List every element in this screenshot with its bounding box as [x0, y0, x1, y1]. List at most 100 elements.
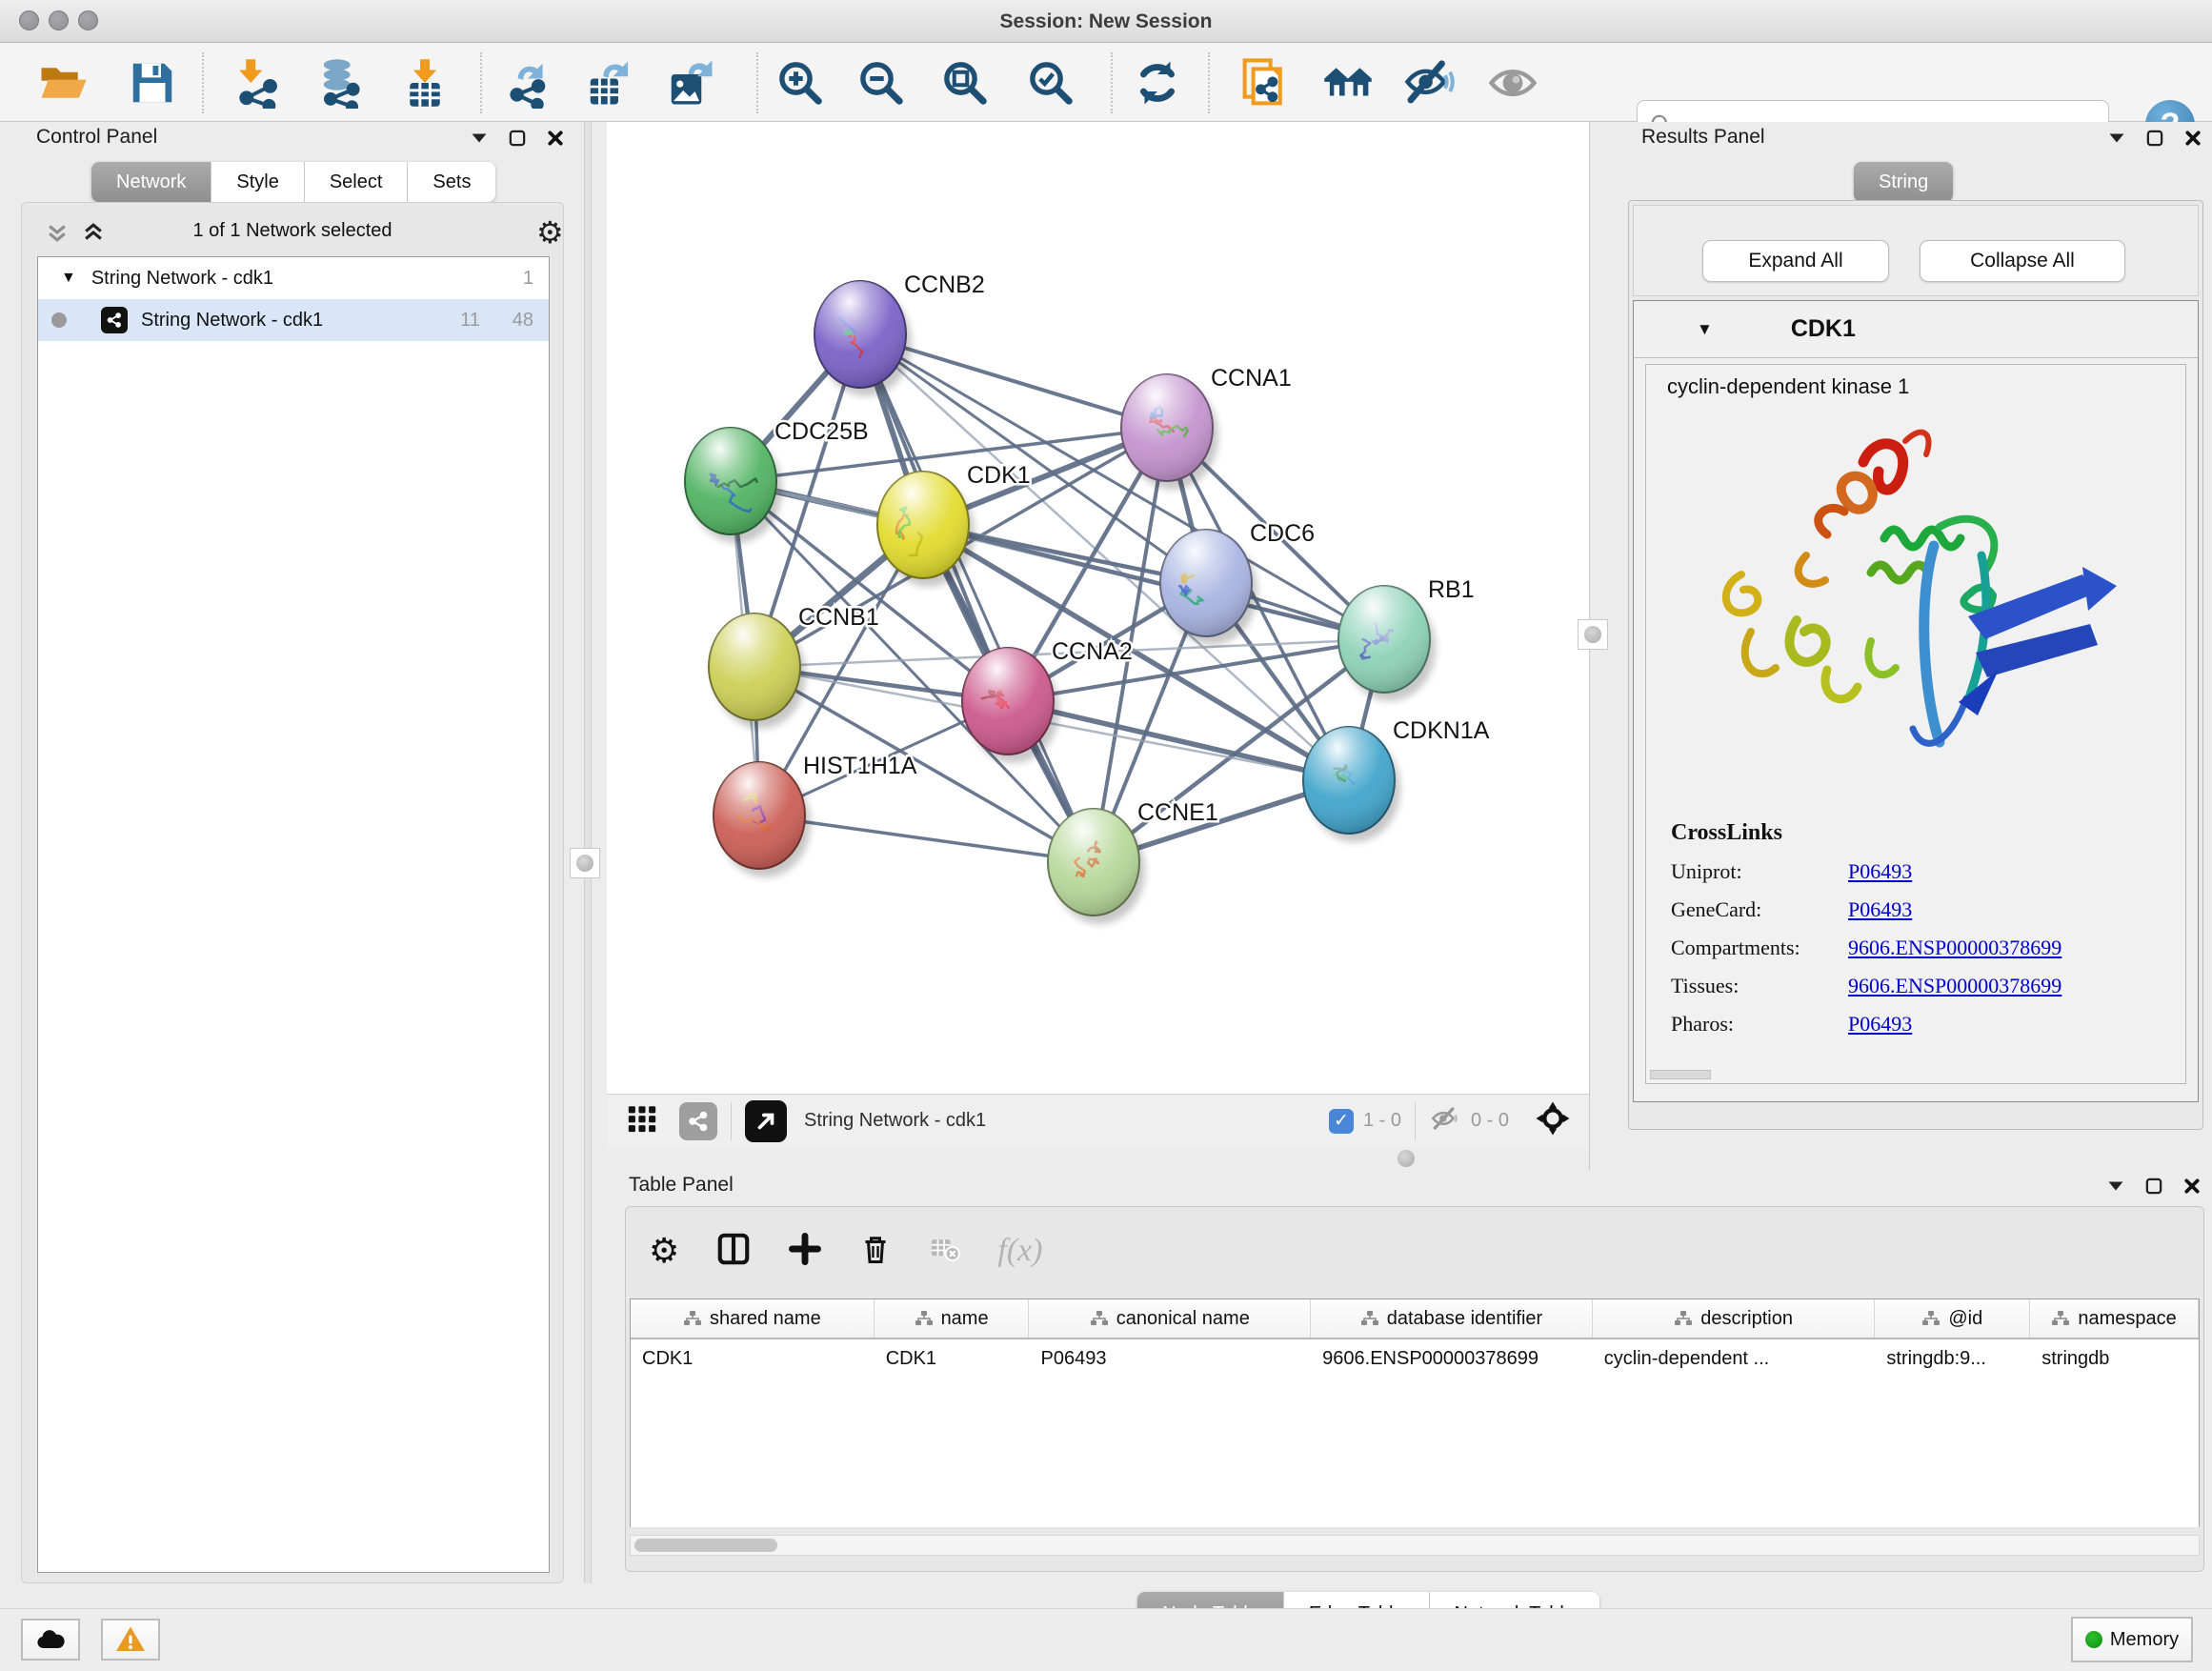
- float-panel-icon[interactable]: [2101, 1172, 2130, 1200]
- float-panel-icon[interactable]: [2102, 124, 2131, 152]
- zoom-selected-icon[interactable]: [1024, 56, 1077, 110]
- left-splitter-handle[interactable]: [570, 848, 600, 878]
- close-panel-icon[interactable]: [541, 124, 570, 152]
- hide-graphics-details-icon[interactable]: [1402, 56, 1456, 110]
- collection-expand-icon[interactable]: ▼: [61, 270, 76, 287]
- network-graph[interactable]: CCNB2 CCNA1 CDC25BCDK1 CDC6RB1 CCNB1 CCNA2 CDK…: [607, 122, 1589, 1094]
- zoom-fit-icon[interactable]: [938, 56, 992, 110]
- network-node-CDKN1A[interactable]: CDKN1A: [1303, 717, 1490, 842]
- table-hscrollbar[interactable]: [630, 1535, 2200, 1556]
- maximize-panel-icon[interactable]: [2140, 1172, 2168, 1200]
- table-options-gear-icon[interactable]: ⚙: [649, 1234, 679, 1268]
- table-cell[interactable]: stringdb: [2030, 1339, 2199, 1378]
- zoom-in-icon[interactable]: [774, 56, 827, 110]
- cloud-sync-button[interactable]: [21, 1619, 80, 1661]
- tab-select[interactable]: Select: [305, 162, 409, 202]
- network-node-CCNE1[interactable]: CCNE1: [1048, 799, 1218, 924]
- network-node-CCNB1[interactable]: CCNB1: [709, 604, 879, 729]
- network-options-gear-icon[interactable]: ⚙: [536, 214, 564, 251]
- table-cell[interactable]: stringdb:9...: [1875, 1339, 2030, 1378]
- table-cell[interactable]: CDK1: [631, 1339, 875, 1378]
- tab-sets[interactable]: Sets: [408, 162, 495, 202]
- float-panel-icon[interactable]: [465, 124, 493, 152]
- node-table[interactable]: shared namenamecanonical namedatabase id…: [630, 1299, 2200, 1527]
- network-node-CDK1[interactable]: CDK1: [877, 462, 1031, 587]
- network-node-CDC6[interactable]: CDC6: [1160, 520, 1315, 645]
- network-node-CCNA2[interactable]: CCNA2: [962, 638, 1133, 763]
- table-cell[interactable]: cyclin-dependent ...: [1593, 1339, 1876, 1378]
- tab-string[interactable]: String: [1854, 162, 1953, 202]
- network-node-CCNA1[interactable]: CCNA1: [1121, 365, 1292, 490]
- function-builder-icon[interactable]: f(x): [997, 1233, 1042, 1269]
- network-row[interactable]: String Network - cdk1 11 48: [38, 299, 549, 341]
- export-image-icon[interactable]: [664, 56, 717, 110]
- birds-eye-view-icon[interactable]: [1321, 56, 1375, 110]
- column-header-database-identifier[interactable]: database identifier: [1311, 1299, 1593, 1338]
- column-header-description[interactable]: description: [1593, 1299, 1876, 1338]
- column-header-id[interactable]: @id: [1875, 1299, 2030, 1338]
- close-panel-icon[interactable]: [2179, 124, 2207, 152]
- horizontal-splitter[interactable]: [607, 1147, 1589, 1170]
- detach-view-icon[interactable]: [745, 1100, 787, 1142]
- horizontal-splitter-handle[interactable]: [1398, 1150, 1415, 1167]
- node-label-CCNE1: CCNE1: [1137, 799, 1218, 826]
- maximize-panel-icon[interactable]: [2141, 124, 2169, 152]
- gene-collapse-icon[interactable]: ▼: [1697, 320, 1713, 339]
- network-node-RB1[interactable]: RB1: [1338, 576, 1475, 701]
- network-edge-count: 48: [513, 310, 533, 332]
- import-table-file-icon[interactable]: [398, 56, 452, 110]
- table-cell[interactable]: 9606.ENSP00000378699: [1311, 1339, 1593, 1378]
- table-cell[interactable]: P06493: [1030, 1339, 1312, 1378]
- export-table-icon[interactable]: [583, 56, 636, 110]
- first-neighbors-icon[interactable]: [1238, 56, 1292, 110]
- table-cell[interactable]: CDK1: [875, 1339, 1030, 1378]
- add-row-icon[interactable]: [788, 1232, 822, 1271]
- show-graphics-details-icon[interactable]: [1486, 56, 1539, 110]
- collection-label: String Network - cdk1: [91, 268, 273, 290]
- crosslink-link[interactable]: 9606.ENSP00000378699: [1848, 974, 2061, 998]
- network-label: String Network - cdk1: [141, 310, 323, 332]
- close-panel-icon[interactable]: [2178, 1172, 2206, 1200]
- grid-view-icon[interactable]: [626, 1102, 658, 1139]
- open-session-icon[interactable]: [36, 56, 90, 110]
- save-session-icon[interactable]: [126, 56, 179, 110]
- crosslink-link[interactable]: P06493: [1848, 1012, 1912, 1037]
- cloud-icon: [33, 1622, 68, 1657]
- delete-column-icon[interactable]: [858, 1232, 893, 1271]
- export-network-icon[interactable]: [502, 56, 555, 110]
- import-network-database-icon[interactable]: [312, 56, 366, 110]
- network-view-icon[interactable]: [679, 1102, 717, 1140]
- crosslink-link[interactable]: P06493: [1848, 859, 1912, 884]
- network-canvas[interactable]: CCNB2 CCNA1 CDC25BCDK1 CDC6RB1 CCNB1 CCNA2 CDK…: [607, 122, 1589, 1094]
- crosslink-link[interactable]: P06493: [1848, 897, 1912, 922]
- table-row[interactable]: CDK1CDK1P064939606.ENSP00000378699cyclin…: [631, 1339, 2199, 1378]
- results-scrollbar-thumb[interactable]: [1650, 1070, 1711, 1079]
- warnings-button[interactable]: [101, 1619, 160, 1661]
- expand-all-button[interactable]: Expand All: [1702, 240, 1889, 282]
- gene-card-header[interactable]: ▼ CDK1: [1634, 301, 2198, 358]
- table-hscrollbar-thumb[interactable]: [634, 1539, 777, 1552]
- tab-network[interactable]: Network: [91, 162, 211, 202]
- crosslink-link[interactable]: 9606.ENSP00000378699: [1848, 936, 2061, 960]
- column-header-shared-name[interactable]: shared name: [631, 1299, 875, 1338]
- import-network-file-icon[interactable]: [231, 56, 284, 110]
- network-node-HIST1H1A[interactable]: HIST1H1A: [714, 753, 917, 877]
- column-header-namespace[interactable]: namespace: [2030, 1299, 2199, 1338]
- tab-style[interactable]: Style: [211, 162, 304, 202]
- create-column-icon[interactable]: [715, 1231, 752, 1272]
- memory-button[interactable]: Memory: [2071, 1617, 2193, 1662]
- column-header-name[interactable]: name: [875, 1299, 1030, 1338]
- zoom-out-icon[interactable]: [855, 56, 908, 110]
- collapse-all-button[interactable]: Collapse All: [1920, 240, 2125, 282]
- right-splitter-handle[interactable]: [1578, 619, 1608, 650]
- network-node-CCNB2[interactable]: CCNB2: [814, 272, 985, 396]
- refresh-icon[interactable]: [1131, 56, 1184, 110]
- clear-table-icon[interactable]: [929, 1233, 961, 1270]
- selected-items-checkbox[interactable]: ✓: [1329, 1109, 1354, 1134]
- maximize-panel-icon[interactable]: [503, 124, 532, 152]
- network-collection-row[interactable]: ▼ String Network - cdk1 1: [38, 257, 549, 299]
- fit-content-icon[interactable]: [1534, 1099, 1572, 1142]
- column-header-canonical-name[interactable]: canonical name: [1029, 1299, 1311, 1338]
- hidden-items-icon[interactable]: [1429, 1102, 1461, 1139]
- network-node-CDC25B[interactable]: CDC25B: [685, 418, 869, 543]
